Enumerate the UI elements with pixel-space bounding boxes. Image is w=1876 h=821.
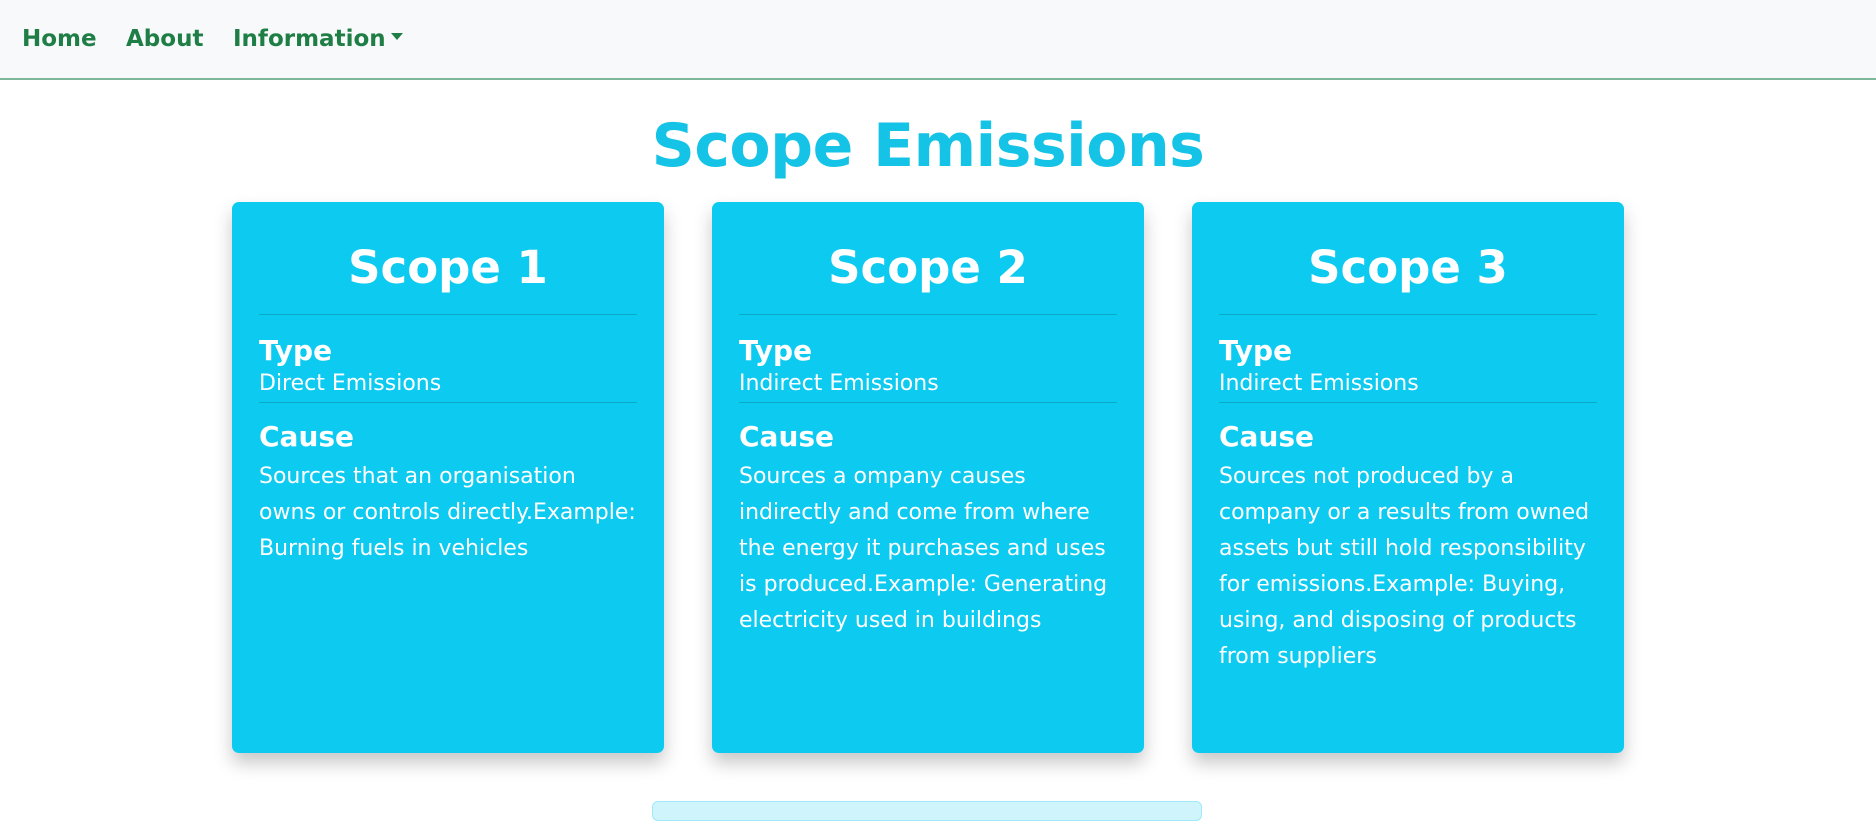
card-title: Scope 1 [259, 202, 637, 315]
cause-text: Sources that an organisation owns or con… [259, 464, 636, 561]
type-label: Type [739, 334, 813, 367]
top-navbar: Home About Information [0, 0, 1876, 80]
nav-information-label: Information [233, 26, 386, 52]
card-title: Scope 3 [1219, 202, 1597, 315]
scope-card-3: Scope 3 Type Indirect Emissions Cause So… [1192, 202, 1624, 753]
nav-about-link[interactable]: About [126, 26, 203, 52]
cause-label: Cause [1219, 420, 1315, 453]
cause-label: Cause [259, 420, 355, 453]
scope-card-2: Scope 2 Type Indirect Emissions Cause So… [712, 202, 1144, 753]
scope-card-1: Scope 1 Type Direct Emissions Cause Sour… [232, 202, 664, 753]
card-title: Scope 2 [739, 202, 1117, 315]
type-value: Direct Emissions [259, 369, 637, 403]
type-label: Type [1219, 334, 1293, 367]
cause-text: Sources a ompany causes indirectly and c… [739, 464, 1108, 633]
info-alert-box [652, 801, 1202, 821]
nav-information-dropdown[interactable]: Information [233, 26, 403, 52]
type-label: Type [259, 334, 333, 367]
caret-down-icon [390, 33, 403, 40]
type-value: Indirect Emissions [739, 369, 1117, 403]
nav-home-link[interactable]: Home [22, 26, 97, 52]
cause-label: Cause [739, 420, 835, 453]
cause-text: Sources not produced by a company or a r… [1219, 464, 1590, 669]
page-title: Scope Emissions [651, 111, 1205, 181]
type-value: Indirect Emissions [1219, 369, 1597, 403]
